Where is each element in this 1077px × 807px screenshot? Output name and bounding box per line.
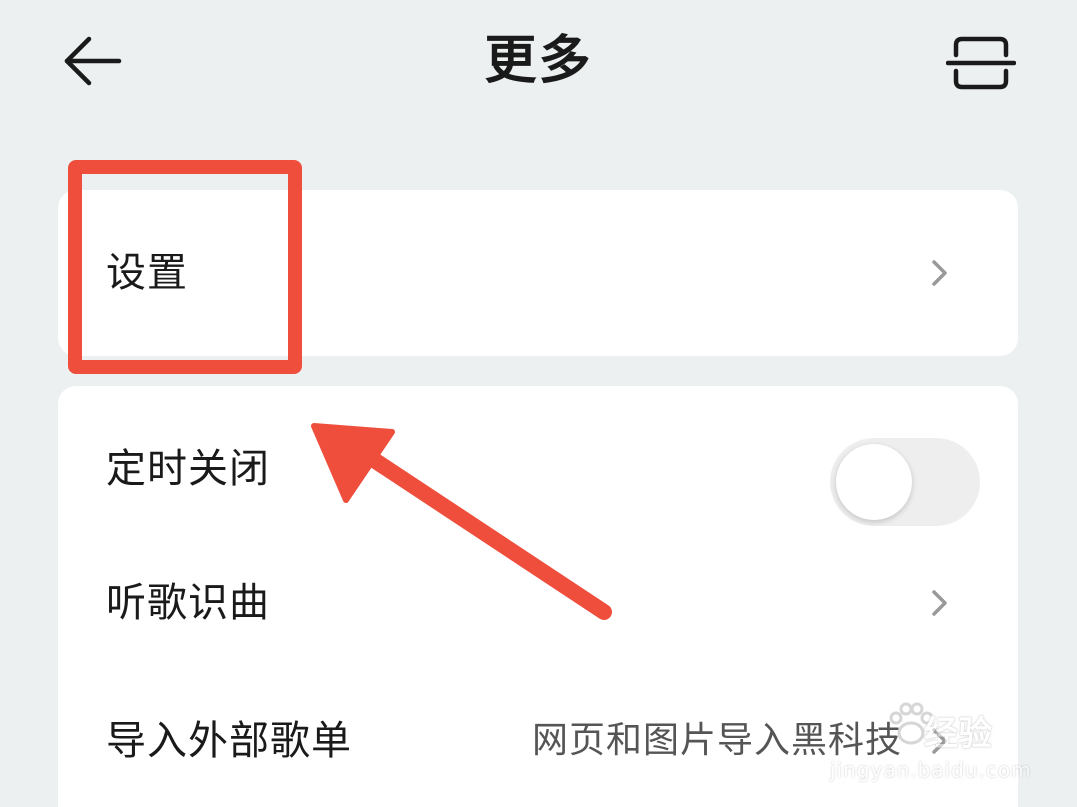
sleep-timer-label: 定时关闭 (106, 446, 270, 492)
scan-button[interactable] (940, 28, 1022, 98)
import-playlist-hint: 网页和图片导入黑科技 (531, 720, 902, 761)
more-page: 更多 设置 定时关闭 听歌识曲 导入外部歌单 网页和图片导入黑科技 经验 jin… (0, 0, 1077, 807)
toggle-knob (836, 444, 912, 520)
chevron-right-icon (932, 260, 947, 286)
chevron-right-icon (932, 590, 947, 616)
header-bar: 更多 (0, 0, 1077, 130)
sleep-timer-toggle[interactable] (830, 438, 980, 526)
scan-icon (946, 36, 1016, 90)
list-item-song-recognition[interactable]: 听歌识曲 (58, 538, 1018, 668)
page-title: 更多 (484, 31, 593, 91)
list-item-sleep-timer: 定时关闭 (58, 404, 1018, 534)
import-playlist-label: 导入外部歌单 (106, 718, 352, 764)
song-recognition-label: 听歌识曲 (106, 580, 270, 626)
settings-card: 设置 (58, 190, 1018, 356)
settings-label: 设置 (106, 250, 188, 296)
options-card: 定时关闭 听歌识曲 导入外部歌单 网页和图片导入黑科技 (58, 386, 1018, 807)
settings-row[interactable]: 设置 (58, 208, 1018, 338)
chevron-right-icon (932, 728, 947, 754)
list-item-import-playlist[interactable]: 导入外部歌单 网页和图片导入黑科技 (58, 676, 1018, 806)
